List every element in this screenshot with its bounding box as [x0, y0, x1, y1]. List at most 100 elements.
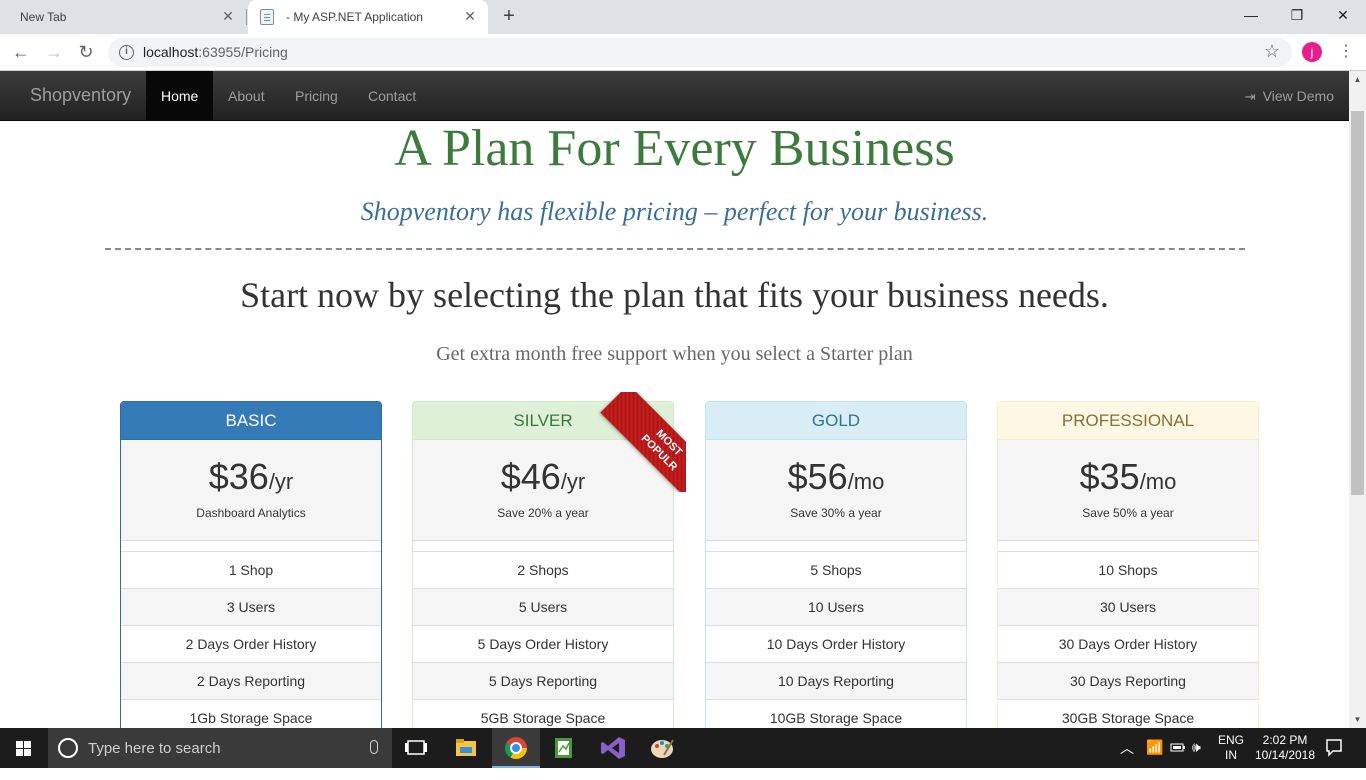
visual-studio-icon[interactable] [590, 728, 638, 768]
spacer [121, 540, 381, 551]
clock-date: 10/14/2018 [1254, 748, 1316, 762]
plan-price: $35 [1079, 456, 1140, 497]
feature-item: 5 Users [413, 588, 673, 625]
feature-item: 30GB Storage Space [998, 699, 1258, 728]
page-favicon-icon [260, 9, 274, 25]
restore-icon[interactable]: ❐ [1274, 0, 1320, 30]
scroll-thumb[interactable] [1351, 111, 1364, 495]
feature-item: 30 Days Order History [998, 625, 1258, 662]
plan-period: /mo [847, 469, 885, 494]
forward-arrow-icon[interactable]: → [42, 40, 66, 64]
plan-price: $56 [787, 456, 848, 497]
scroll-up-arrow-icon[interactable]: ▲ [1349, 71, 1366, 88]
nav-home[interactable]: Home [146, 71, 214, 121]
region-code: IN [1225, 748, 1237, 762]
plan-price: $36 [208, 456, 269, 497]
tab-separator [246, 9, 247, 25]
plan-subtext: Dashboard Analytics [196, 506, 306, 520]
feature-item: 30 Users [998, 588, 1258, 625]
start-button[interactable] [0, 728, 48, 768]
scroll-down-arrow-icon[interactable]: ▼ [1349, 711, 1366, 728]
view-demo-label: View Demo [1262, 88, 1334, 104]
plan-name: PROFESSIONAL [998, 402, 1258, 440]
plan-card-professional: PROFESSIONAL $35/mo Save 50% a year 10 S… [997, 401, 1259, 728]
page-scrollbar[interactable]: ▲ ▼ [1349, 71, 1366, 728]
tagline: Shopventory has flexible pricing – perfe… [360, 197, 989, 226]
plan-subtext: Save 30% a year [790, 506, 882, 520]
plan-period: /mo [1139, 469, 1177, 494]
feature-item: 10GB Storage Space [706, 699, 966, 728]
cortana-icon [58, 738, 78, 758]
project-app-icon[interactable] [540, 728, 588, 768]
feature-item: 5GB Storage Space [413, 699, 673, 728]
window-close-icon[interactable]: ✕ [1320, 0, 1366, 30]
tab-new-tab[interactable]: New Tab ✕ [0, 0, 246, 34]
url-host: localhost [143, 44, 199, 60]
ribbon-band: MOST POPULR [600, 392, 686, 492]
url-text[interactable]: localhost:63955/Pricing [143, 44, 288, 60]
action-center-icon[interactable] [1324, 736, 1344, 776]
price-box: $35/mo Save 50% a year [998, 440, 1258, 540]
feature-item: 3 Users [121, 588, 381, 625]
tab-title: New Tab [20, 10, 67, 24]
volume-icon[interactable]: 🕪 [1192, 739, 1201, 779]
battery-icon[interactable] [1170, 740, 1186, 780]
page-viewport: Shopventory Home About Pricing Contact ⇥… [0, 71, 1349, 728]
plan-name: BASIC [121, 402, 381, 440]
page-title: A Plan For Every Business [394, 120, 955, 177]
input-language[interactable]: ENG IN [1218, 733, 1244, 773]
file-explorer-icon[interactable] [442, 728, 490, 768]
profile-avatar[interactable]: j [1302, 42, 1322, 62]
feature-item: 1Gb Storage Space [121, 699, 381, 728]
tab-title: - My ASP.NET Application [286, 10, 423, 24]
spacer [413, 540, 673, 551]
address-bar[interactable]: i localhost:63955/Pricing ☆ [108, 38, 1292, 67]
info-icon[interactable]: i [119, 45, 134, 60]
feature-item: 10 Shops [998, 551, 1258, 588]
feature-item: 5 Days Reporting [413, 662, 673, 699]
nav-pricing[interactable]: Pricing [280, 71, 353, 121]
dashed-divider [105, 248, 1245, 250]
minimize-icon[interactable]: — [1228, 0, 1274, 30]
taskbar-search[interactable]: Type here to search [48, 728, 392, 768]
clock-time: 2:02 PM [1262, 733, 1308, 747]
nav-about[interactable]: About [213, 71, 280, 121]
price-box: $36/yr Dashboard Analytics [121, 440, 381, 540]
most-popular-ribbon: MOST POPULR [586, 392, 686, 492]
feature-item: 2 Days Reporting [121, 662, 381, 699]
close-tab-icon[interactable]: ✕ [462, 8, 478, 24]
plan-card-basic: BASIC $36/yr Dashboard Analytics 1 Shop … [120, 401, 382, 728]
feature-item: 5 Days Order History [413, 625, 673, 662]
close-tab-icon[interactable]: ✕ [220, 8, 236, 24]
paint-app-icon[interactable] [638, 728, 686, 768]
navbar-brand[interactable]: Shopventory [30, 85, 131, 106]
new-tab-plus-icon[interactable]: + [498, 5, 520, 27]
back-arrow-icon[interactable]: ← [9, 40, 33, 64]
plan-card-gold: GOLD $56/mo Save 30% a year 5 Shops 10 U… [705, 401, 967, 728]
feature-item: 30 Days Reporting [998, 662, 1258, 699]
bookmark-star-icon[interactable]: ☆ [1264, 41, 1280, 62]
nav-contact[interactable]: Contact [353, 71, 431, 121]
chrome-taskbar-icon[interactable] [492, 728, 540, 768]
plan-subtext: Save 20% a year [497, 506, 589, 520]
windows-logo-icon [16, 741, 31, 756]
feature-item: 10 Days Order History [706, 625, 966, 662]
taskbar-clock[interactable]: 2:02 PM 10/14/2018 [1250, 733, 1320, 773]
reload-icon[interactable]: ↻ [74, 40, 98, 64]
log-in-icon: ⇥ [1244, 89, 1256, 104]
chrome-menu-icon[interactable]: ⋮ [1338, 42, 1354, 62]
network-icon[interactable]: 📶 [1146, 739, 1163, 779]
microphone-icon[interactable] [370, 740, 378, 754]
feature-item: 2 Shops [413, 551, 673, 588]
feature-item: 10 Users [706, 588, 966, 625]
view-demo-link[interactable]: ⇥ View Demo [1245, 71, 1334, 121]
task-view-icon[interactable] [392, 728, 440, 768]
start-heading: Start now by selecting the plan that fit… [240, 275, 1109, 315]
tab-asp-net-application[interactable]: - My ASP.NET Application ✕ [248, 0, 488, 34]
plan-period: /yr [560, 469, 586, 494]
plan-period: /yr [268, 469, 294, 494]
spacer [998, 540, 1258, 551]
show-hidden-icons-icon[interactable]: ︿ [1120, 738, 1134, 778]
feature-item: 10 Days Reporting [706, 662, 966, 699]
url-path: :63955/Pricing [198, 44, 288, 60]
